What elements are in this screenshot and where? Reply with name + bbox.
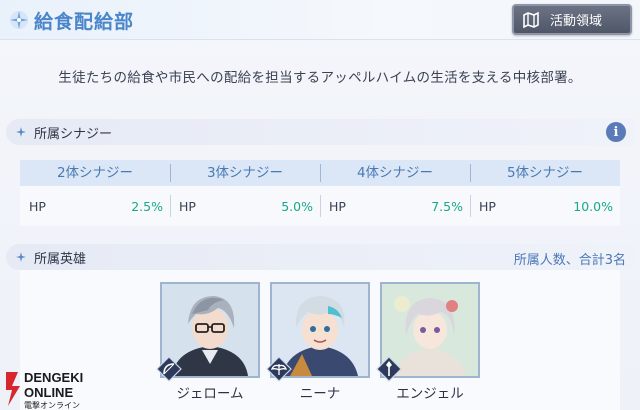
stat-value: 5.0%: [281, 198, 313, 214]
stat-label: HP: [179, 198, 196, 214]
member-count: 所属人数、合計3名: [513, 253, 626, 268]
stat-label: HP: [479, 198, 496, 214]
synergy-header: 3体シナジー: [170, 160, 320, 186]
hero-card-angel[interactable]: エンジェル: [376, 282, 480, 402]
synergy-cell: HP 7.5%: [320, 186, 470, 226]
synergy-section-title: 所属シナジー: [34, 126, 113, 142]
wings-icon: [266, 356, 292, 382]
stat-value: 2.5%: [131, 198, 163, 214]
synergy-cell: HP 10.0%: [470, 186, 620, 226]
stat-value: 7.5%: [431, 198, 463, 214]
sparkle-icon: [10, 11, 28, 29]
synergy-value-row: HP 2.5% HP 5.0% HP 7.5% HP 10.0%: [20, 186, 620, 226]
hero-name: ニーナ: [299, 386, 341, 402]
synergy-table: 2体シナジー 3体シナジー 4体シナジー 5体シナジー HP 2.5% HP 5…: [20, 160, 620, 226]
heroes-section-title: 所属英雄: [34, 251, 87, 267]
logo-line2: ONLINE: [24, 385, 73, 400]
activity-area-label: 活動領域: [550, 14, 603, 29]
synergy-header-row: 2体シナジー 3体シナジー 4体シナジー 5体シナジー: [20, 160, 620, 186]
synergy-header: 5体シナジー: [470, 160, 620, 186]
logo-line3: 電撃オンライン: [24, 400, 80, 410]
title-bar: 給食配給部 活動領域: [0, 0, 640, 40]
star-icon: [16, 127, 26, 137]
stat-label: HP: [29, 198, 46, 214]
synergy-header: 4体シナジー: [320, 160, 470, 186]
page-title: 給食配給部: [34, 11, 135, 33]
activity-area-button[interactable]: 活動領域: [512, 4, 632, 35]
map-icon: [523, 11, 539, 28]
heroes-section-header: 所属英雄 所属人数、合計3名: [6, 244, 634, 270]
hero-name: ジェローム: [176, 386, 244, 402]
hero-card-jerome[interactable]: ジェローム: [156, 282, 260, 402]
stat-value: 10.0%: [573, 198, 613, 214]
synergy-header: 2体シナジー: [56, 165, 134, 181]
synergy-section-header: 所属シナジー i: [6, 119, 634, 145]
stat-label: HP: [329, 198, 346, 214]
synergy-cell: HP 2.5%: [20, 186, 170, 226]
bow-icon: [156, 356, 182, 382]
synergy-cell: HP 5.0%: [170, 186, 320, 226]
star-icon: [16, 252, 26, 262]
info-icon[interactable]: i: [606, 122, 626, 142]
staff-icon: [376, 356, 402, 382]
dengeki-online-logo: DENGEKI ONLINE 電撃オンライン: [6, 370, 83, 410]
logo-line1: DENGEKI: [24, 370, 83, 385]
hero-name: エンジェル: [396, 386, 464, 402]
hero-card-nina[interactable]: ニーナ: [266, 282, 370, 402]
department-description: 生徒たちの給食や市民への配給を担当するアッペルハイムの生活を支える中核部署。: [58, 70, 582, 86]
